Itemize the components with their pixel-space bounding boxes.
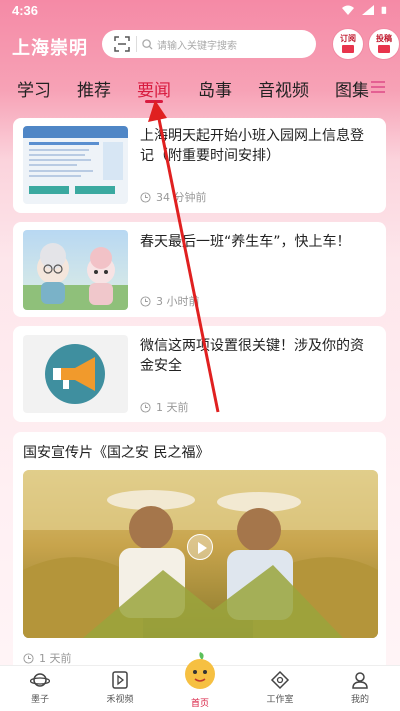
nav-label: 我的 <box>350 695 369 705</box>
nav-label: 工作室 <box>266 695 294 705</box>
nav-label: 禾视频 <box>106 695 134 705</box>
planet-icon <box>30 673 50 687</box>
studio-icon <box>270 670 290 690</box>
nav-mozi[interactable]: 墨子 <box>10 670 70 705</box>
nav-me[interactable]: 我的 <box>330 670 390 705</box>
nav-video[interactable]: 禾视频 <box>90 670 150 705</box>
user-icon <box>352 672 368 689</box>
video-icon <box>112 671 128 689</box>
nav-label: 墨子 <box>30 695 49 705</box>
home-mascot-icon <box>185 652 215 689</box>
bottom-nav: 墨子 禾视频 首页 工作室 我的 <box>0 652 400 711</box>
nav-label: 首页 <box>190 699 209 709</box>
nav-studio[interactable]: 工作室 <box>250 670 310 705</box>
annotation-arrow <box>148 100 220 413</box>
